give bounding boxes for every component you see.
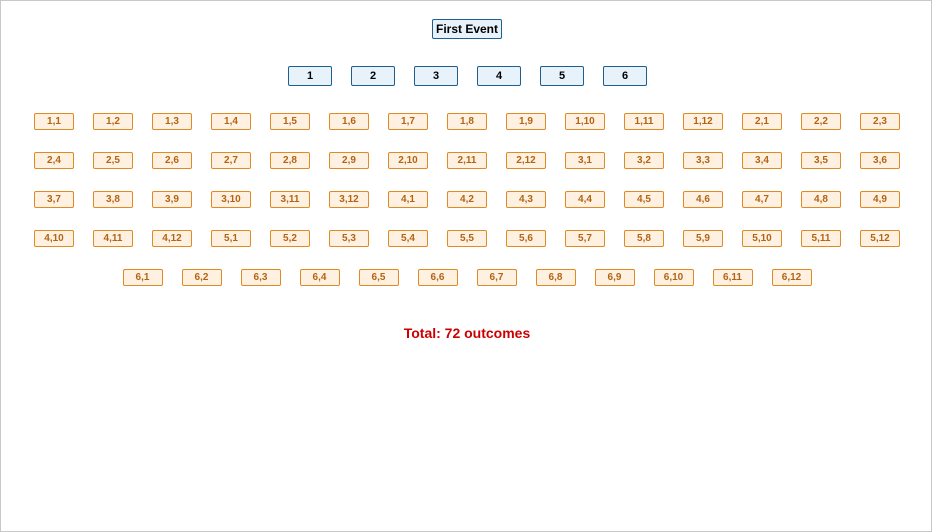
- outcome-node: 5,9: [683, 230, 723, 247]
- first-outcome-node: 1: [288, 66, 332, 86]
- outcome-node: 1,9: [506, 113, 546, 130]
- outcome-node: 6,7: [476, 269, 517, 286]
- outcome-node: 5,10: [742, 230, 782, 247]
- outcome-node: 6,2: [181, 269, 222, 286]
- outcome-node: 5,11: [801, 230, 841, 247]
- outcome-node: 6,10: [653, 269, 694, 286]
- outcome-node: 1,11: [624, 113, 664, 130]
- outcome-node: 2,3: [860, 113, 900, 130]
- outcome-node: 3,12: [329, 191, 369, 208]
- outcome-node: 6,9: [594, 269, 635, 286]
- outcome-node: 4,9: [860, 191, 900, 208]
- outcome-node: 4,11: [93, 230, 133, 247]
- outcome-node: 2,7: [211, 152, 251, 169]
- outcome-node: 4,4: [565, 191, 605, 208]
- outcome-node: 1,2: [93, 113, 133, 130]
- diagram-canvas: First Event 123456 1,1 1,2 1,3 1,4 1,5 1,6 1,7…: [0, 0, 932, 532]
- outcome-node: 5,8: [624, 230, 664, 247]
- outcome-node: 2,12: [506, 152, 546, 169]
- outcome-node: 3,6: [860, 152, 900, 169]
- outcome-node: 3,2: [624, 152, 664, 169]
- outcome-node: 3,9: [152, 191, 192, 208]
- outcome-node: 3,7: [34, 191, 74, 208]
- outcome-node: 5,4: [388, 230, 428, 247]
- outcome-node: 6,1: [122, 269, 163, 286]
- outcome-node: 4,10: [34, 230, 74, 247]
- first-outcome-node: 4: [477, 66, 521, 86]
- outcome-node: 3,11: [270, 191, 310, 208]
- first-outcome-node: 6: [603, 66, 647, 86]
- outcome-node: 6,4: [299, 269, 340, 286]
- outcome-node: 4,1: [388, 191, 428, 208]
- outcome-node: 2,5: [93, 152, 133, 169]
- outcome-node: 5,12: [860, 230, 900, 247]
- outcome-node: 1,8: [447, 113, 487, 130]
- outcome-node: 1,10: [565, 113, 605, 130]
- outcome-node: 6,12: [771, 269, 812, 286]
- outcome-node: 2,1: [742, 113, 782, 130]
- first-event-node: First Event: [432, 19, 502, 39]
- outcome-node: 1,5: [270, 113, 310, 130]
- outcome-node: 4,2: [447, 191, 487, 208]
- outcome-node: 3,5: [801, 152, 841, 169]
- total-outcomes-label: Total: 72 outcomes: [403, 325, 531, 341]
- outcome-node: 1,6: [329, 113, 369, 130]
- outcome-node: 4,6: [683, 191, 723, 208]
- outcome-node: 2,11: [447, 152, 487, 169]
- outcome-node: 6,3: [240, 269, 281, 286]
- outcome-node: 2,8: [270, 152, 310, 169]
- outcome-node: 2,9: [329, 152, 369, 169]
- outcome-node: 2,6: [152, 152, 192, 169]
- outcome-node: 5,6: [506, 230, 546, 247]
- outcome-node: 4,8: [801, 191, 841, 208]
- first-outcome-node: 5: [540, 66, 584, 86]
- outcome-node: 2,2: [801, 113, 841, 130]
- outcome-node: 3,8: [93, 191, 133, 208]
- outcome-node: 1,1: [34, 113, 74, 130]
- outcome-node: 4,3: [506, 191, 546, 208]
- first-outcome-node: 3: [414, 66, 458, 86]
- outcome-node: 3,10: [211, 191, 251, 208]
- outcome-node: 2,4: [34, 152, 74, 169]
- outcome-node: 5,2: [270, 230, 310, 247]
- outcome-node: 1,4: [211, 113, 251, 130]
- outcome-node: 2,10: [388, 152, 428, 169]
- outcome-node: 6,11: [712, 269, 753, 286]
- outcome-node: 3,1: [565, 152, 605, 169]
- outcome-node: 5,7: [565, 230, 605, 247]
- outcome-node: 4,5: [624, 191, 664, 208]
- outcome-node: 4,7: [742, 191, 782, 208]
- outcome-node: 1,12: [683, 113, 723, 130]
- outcome-node: 3,3: [683, 152, 723, 169]
- outcome-node: 3,4: [742, 152, 782, 169]
- outcome-node: 5,5: [447, 230, 487, 247]
- outcome-node: 6,8: [535, 269, 576, 286]
- outcome-node: 1,7: [388, 113, 428, 130]
- outcome-node: 5,3: [329, 230, 369, 247]
- outcome-node: 6,5: [358, 269, 399, 286]
- outcome-node: 4,12: [152, 230, 192, 247]
- outcome-node: 1,3: [152, 113, 192, 130]
- outcome-node: 5,1: [211, 230, 251, 247]
- first-outcome-node: 2: [351, 66, 395, 86]
- outcome-node: 6,6: [417, 269, 458, 286]
